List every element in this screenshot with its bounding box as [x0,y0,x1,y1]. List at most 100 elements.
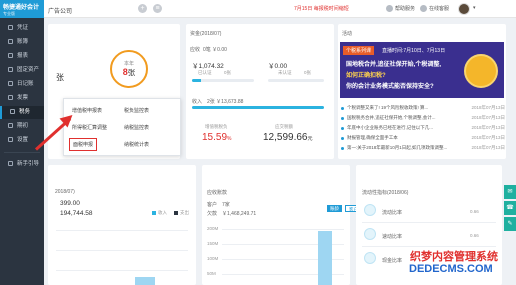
sidebar: 凭证 账簿 报表 固定资产 日记账 发票 税务 期初 设置 新手引导 [0,18,44,285]
opening-icon [8,123,13,129]
news-item[interactable]: 年底中小企业账务已经在进行,记住以下几... 2018年07月13日 [341,125,505,133]
news-item[interactable]: 国税税务合并,追征社保开始,个税调整,会计... 2018年07月13日 [341,115,505,123]
uncertified-label: 未认证 [278,70,292,75]
menu-item-tax-statistics[interactable]: 纳税统计表 [124,141,149,148]
sidebar-item-books[interactable]: 账簿 [0,36,44,49]
news-title: 第一:关于2018年最新10月1日起,如几项政策调整... [347,145,448,150]
finance-card-title: 资金(2018/07) [190,31,222,37]
news-title: 年底中小企业账务已经在进行,记住以下几... [347,125,433,130]
uncertified-progress [268,79,324,82]
cashflow-amount-b: 194,744.58 [60,210,93,217]
sidebar-item-voucher[interactable]: 凭证 [0,22,44,35]
liquidity-row-value: 0.66 [470,209,479,214]
menu-item-tax-monitor[interactable]: 纳税监控表 [124,124,149,131]
rocket-icon [364,252,376,264]
bullet-icon [341,137,344,140]
tab-aging[interactable]: 账龄 [327,205,342,212]
invoice-count-ring: 本年 8张 [110,50,148,88]
top-bar: 畅捷通好会计 专业版 广告公司 + ≡ 7月15日 每报税时间缩短 帮助服务 在… [0,0,516,18]
news-title: 个税调整又来了! 19个风险税收政策! 算... [347,105,429,110]
tax-notice[interactable]: 7月15日 每报税时间缩短 [294,5,349,12]
avatar[interactable] [458,3,470,15]
sidebar-item-label: 设置 [17,137,29,143]
sidebar-item-guide[interactable]: 新手引导 [0,158,44,171]
sidebar-item-reports[interactable]: 报表 [0,50,44,63]
banner-line-3: 你的会计业务模式能否保持安全? [346,84,434,90]
menu-item-tax-burden[interactable]: 税负监控表 [124,107,149,114]
sidebar-item-opening[interactable]: 期初 [0,120,44,133]
sidebar-item-fixed-assets[interactable]: 固定资产 [0,64,44,77]
quick-ratio-icon [364,228,376,240]
ring-unit: 张 [127,68,136,77]
menu-item-income-tax-adjust[interactable]: 所得税汇算调整 [72,124,107,131]
float-chat-icon[interactable]: ✉ [504,185,516,199]
guide-icon [8,161,13,167]
liquidity-row-label: 现金比率 [382,258,403,264]
sidebar-item-label: 新手引导 [17,161,40,167]
tax-rate-number: 15.59 [202,132,228,143]
news-item[interactable]: 第一:关于2018年最新10月1日起,如几项政策调整... 2018年07月13日 [341,145,505,153]
tax-icon [10,109,15,115]
invoice-icon [8,95,13,101]
news-item[interactable]: 财报管理,确保全面手工本 2018年07月13日 [341,135,505,143]
news-item[interactable]: 个税调整又来了! 19个风险税收政策! 算... 2018年07月13日 [341,105,505,113]
legend-income[interactable]: 收入 [158,210,167,216]
legend-expense[interactable]: 支出 [180,210,189,216]
sidebar-item-label: 账簿 [17,39,29,45]
add-icon[interactable]: + [138,4,147,13]
ring-label: 本年 [123,61,134,67]
asset-icon [8,67,13,73]
bullet-icon [341,147,344,150]
liquidity-row-label: 流动比率 [382,210,403,216]
company-name[interactable]: 广告公司 [48,6,72,15]
cashflow-card-title: 2018/07) [55,189,75,195]
app-logo[interactable]: 畅捷通好会计 专业版 [0,0,44,18]
receivable-label: 应收 [190,47,201,53]
banner-chip: 个税系列课 [343,46,375,55]
help-link[interactable]: 帮助服务 [395,5,415,12]
receivable-value: 0笔 ￥0.00 [203,47,227,53]
total-tax-label: 应交税额 [275,124,293,129]
bullet-icon [341,107,344,110]
amount-left: ￥1,074.32 [192,63,224,70]
watermark-line-1: 织梦内容管理系统 [410,251,498,263]
voucher-icon [8,25,13,31]
watermark-line-2: DEDECMS.COM [409,263,493,275]
menu-item-tax-filing[interactable]: 面税申报 [69,138,98,151]
sidebar-item-journal[interactable]: 日记账 [0,78,44,91]
invoice-count-label: 张 [56,73,64,82]
axis-tick: 100M [207,256,219,261]
menu-item-vat-return[interactable]: 增值税申报表 [72,107,102,114]
gridline [56,250,188,251]
gridline [222,229,344,230]
row-divider [362,222,496,223]
uncertified-count: 0张 [304,70,312,75]
online-service-link[interactable]: 在线客服 [429,5,449,12]
sidebar-item-tax[interactable]: 税务 [0,106,44,119]
liquidity-row-label: 速动比率 [382,234,403,240]
banner-date: 直播时间:7月10日、7月13日 [382,48,446,54]
chat-icon[interactable] [420,5,427,12]
news-date: 2018年07月13日 [471,105,505,110]
logo-text: 畅捷通好会计 [3,5,40,11]
sidebar-divider [4,152,40,153]
help-icon[interactable] [386,5,393,12]
float-phone-icon[interactable]: ☎ [504,201,516,215]
news-date: 2018年07月13日 [471,135,505,140]
journal-icon [8,81,13,87]
promo-banner[interactable]: 个税系列课 直播时间:7月10日、7月13日 国地税合并,追征社保开始,个税调整… [340,42,504,98]
sidebar-item-invoice[interactable]: 发票 [0,92,44,105]
owed-label: 欠款 [207,211,218,217]
logo-subtitle: 专业版 [3,11,15,16]
news-card-title: 活动 [342,31,353,37]
switch-icon[interactable]: ≡ [153,4,162,13]
float-feedback-icon[interactable]: ✎ [504,217,516,231]
sidebar-item-label: 期初 [17,123,29,129]
legend-expense-swatch [174,211,178,215]
user-menu-chevron-icon[interactable]: ▾ [473,5,476,11]
total-tax-number: 12,599.66 [263,132,308,143]
sidebar-item-label: 税务 [19,109,31,115]
certified-progress [192,79,254,82]
legend-income-swatch [152,211,156,215]
banner-line-2: 如何正确扣税? [346,73,386,79]
